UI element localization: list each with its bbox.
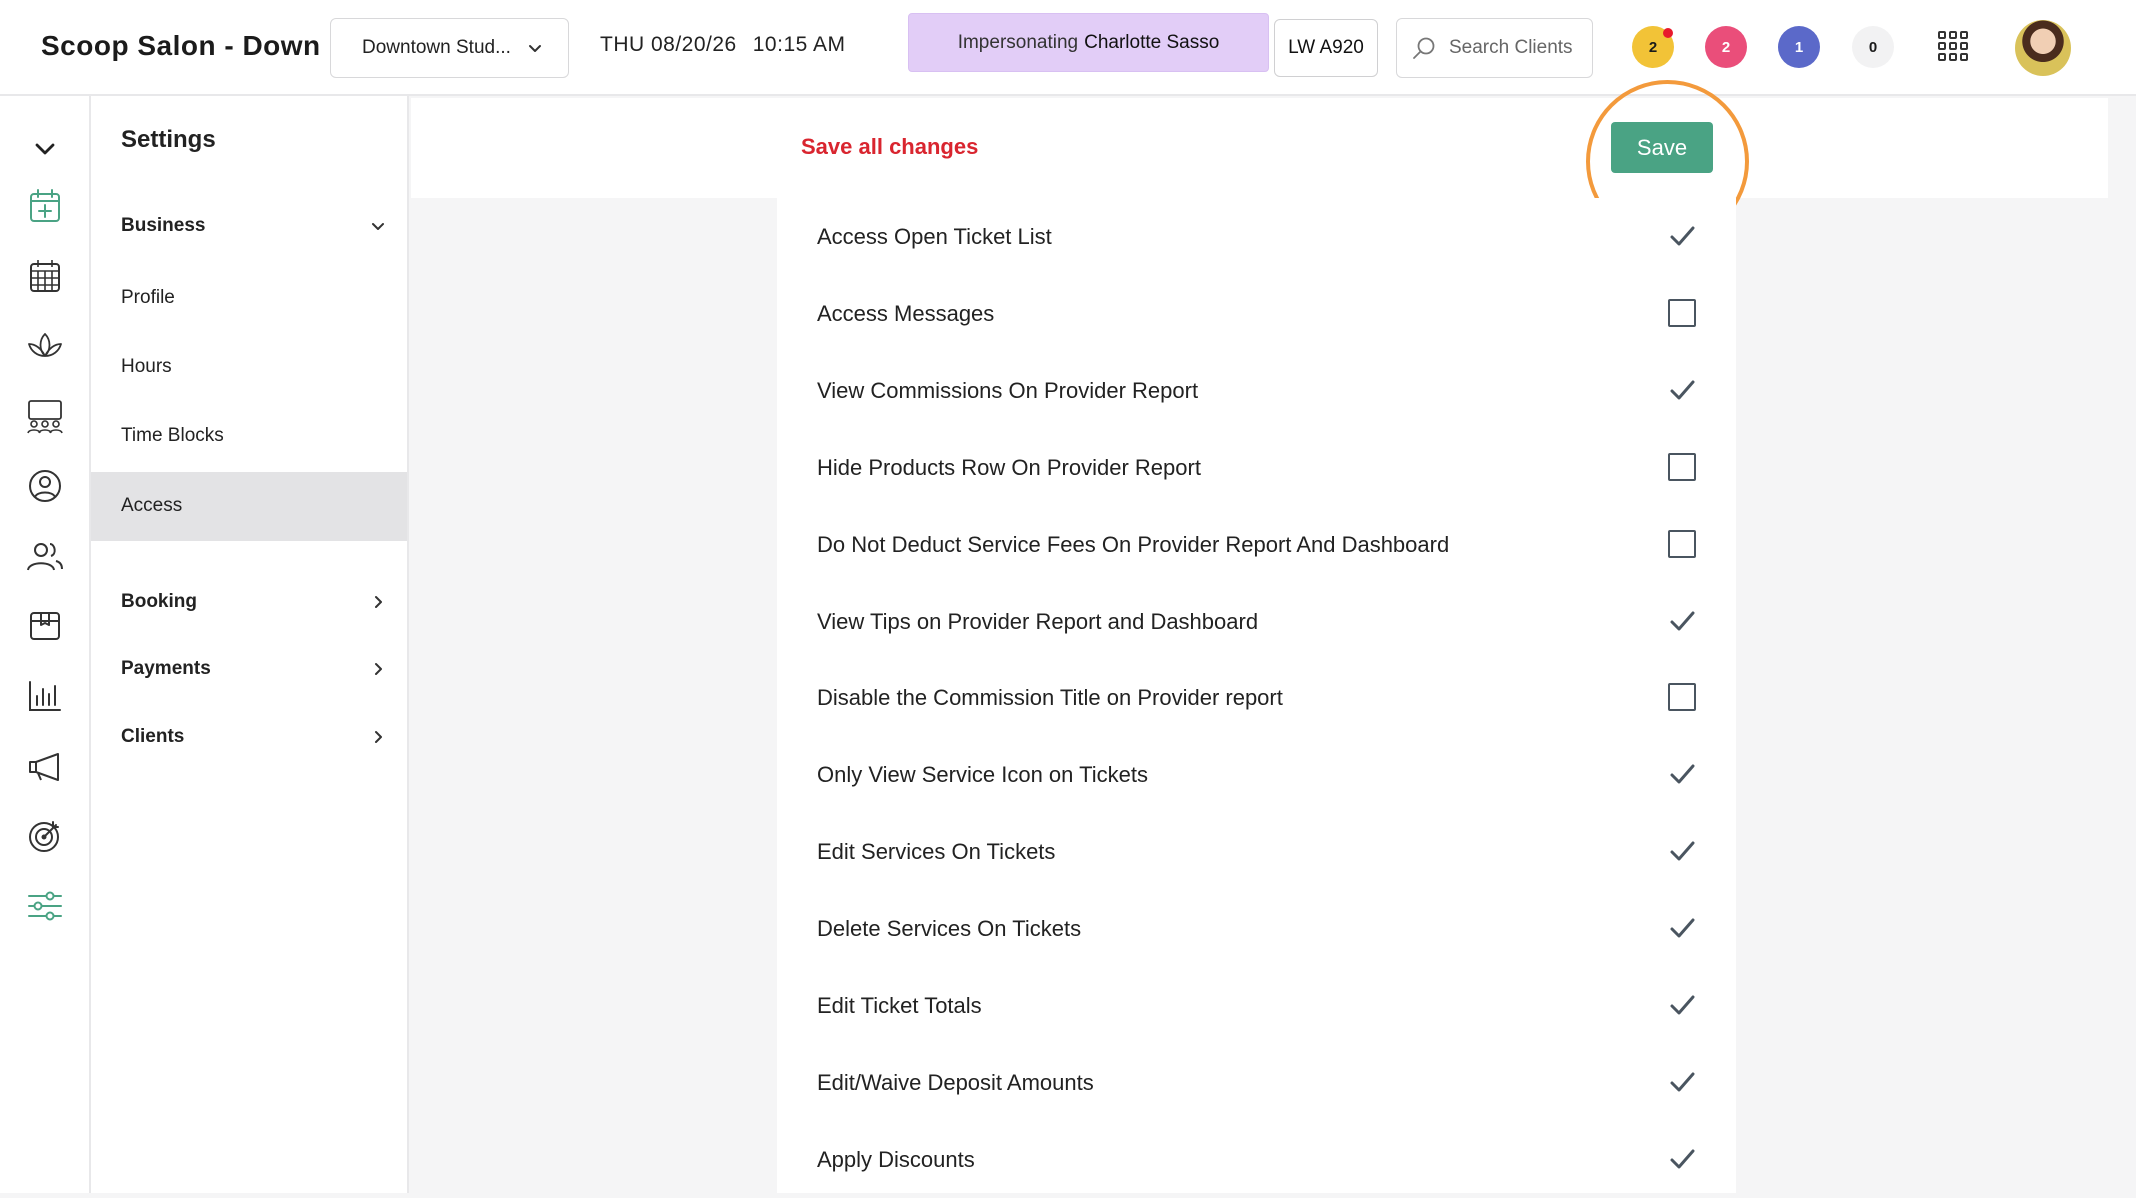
user-circle-icon[interactable] bbox=[23, 464, 67, 508]
permission-row: Access Open Ticket List bbox=[777, 198, 1736, 275]
permission-label: Do Not Deduct Service Fees On Provider R… bbox=[817, 531, 1450, 557]
sidebar-group-label: Business bbox=[121, 215, 206, 236]
store-icon[interactable] bbox=[23, 604, 67, 648]
checkmark-icon[interactable] bbox=[1667, 760, 1697, 788]
sidebar-item-hours[interactable]: Hours bbox=[121, 356, 172, 378]
megaphone-icon[interactable] bbox=[23, 744, 67, 788]
station-button[interactable]: LW A920 bbox=[1274, 19, 1378, 77]
permission-row: Delete Services On Tickets bbox=[777, 890, 1736, 967]
sidebar-item-time-blocks[interactable]: Time Blocks bbox=[121, 425, 224, 447]
sidebar-group-label: Payments bbox=[121, 658, 211, 679]
lotus-icon[interactable] bbox=[23, 324, 67, 368]
main-header bbox=[411, 98, 2108, 198]
chevron-down-icon bbox=[372, 223, 384, 230]
sidebar-group-label: Clients bbox=[121, 726, 185, 747]
current-time: 10:15 AM bbox=[752, 33, 846, 56]
checkmark-icon[interactable] bbox=[1667, 222, 1697, 250]
impersonating-label: Impersonating bbox=[957, 31, 1079, 53]
permission-row: Edit Services On Tickets bbox=[777, 813, 1736, 890]
permission-row: Hide Products Row On Provider Report bbox=[777, 429, 1736, 506]
date-time: THU 08/20/26 10:15 AM bbox=[600, 33, 845, 57]
sidebar-group-booking[interactable]: Booking bbox=[121, 591, 391, 613]
notification-count-badge[interactable]: 2 bbox=[1632, 26, 1674, 68]
sidebar-group-clients[interactable]: Clients bbox=[121, 726, 391, 748]
calendar-add-icon[interactable] bbox=[23, 184, 67, 228]
save-button[interactable]: Save bbox=[1611, 122, 1713, 173]
reports-chart-icon[interactable] bbox=[23, 674, 67, 718]
checkmark-icon[interactable] bbox=[1667, 1068, 1697, 1096]
permission-label: View Tips on Provider Report and Dashboa… bbox=[817, 608, 1259, 634]
permission-label: Access Open Ticket List bbox=[817, 224, 1052, 249]
permission-label: Disable the Commission Title on Provider… bbox=[817, 685, 1283, 711]
collapse-chevron-icon[interactable] bbox=[23, 128, 67, 172]
permission-row: Do Not Deduct Service Fees On Provider R… bbox=[777, 506, 1736, 583]
checkmark-icon[interactable] bbox=[1667, 914, 1697, 942]
permission-checkbox[interactable] bbox=[1668, 683, 1696, 712]
permission-checkbox[interactable] bbox=[1668, 298, 1696, 327]
checkmark-icon[interactable] bbox=[1667, 991, 1697, 1019]
search-icon bbox=[1413, 37, 1435, 59]
notification-count-badge[interactable]: 2 bbox=[1705, 26, 1747, 68]
permission-row: View Tips on Provider Report and Dashboa… bbox=[777, 583, 1736, 660]
checkmark-icon[interactable] bbox=[1667, 376, 1697, 404]
staff-board-icon[interactable] bbox=[23, 394, 67, 438]
users-icon[interactable] bbox=[23, 534, 67, 578]
avatar[interactable] bbox=[2015, 20, 2071, 76]
permission-checkbox[interactable] bbox=[1668, 452, 1696, 481]
chevron-down-icon bbox=[529, 45, 541, 52]
current-date: THU 08/20/26 bbox=[600, 33, 737, 56]
chevron-right-icon bbox=[375, 731, 382, 743]
sidebar-title: Settings bbox=[121, 126, 216, 153]
location-select[interactable]: Downtown Stud... bbox=[330, 18, 569, 78]
permission-label: Edit Services On Tickets bbox=[817, 839, 1056, 865]
app-grid-icon[interactable] bbox=[1938, 31, 1968, 61]
permissions-panel: Access Open Ticket List Access Messages Vi… bbox=[777, 198, 1736, 1193]
permission-label: Hide Products Row On Provider Report bbox=[817, 454, 1201, 480]
permission-checkbox[interactable] bbox=[1668, 529, 1696, 558]
permission-label: View Commissions On Provider Report bbox=[817, 377, 1199, 403]
search-placeholder: Search Clients bbox=[1449, 37, 1573, 58]
chevron-right-icon bbox=[375, 663, 382, 675]
checkmark-icon[interactable] bbox=[1667, 607, 1697, 635]
save-all-changes-link[interactable]: Save all changes bbox=[801, 134, 978, 160]
sidebar-group-business[interactable]: Business bbox=[121, 215, 391, 237]
top-bar: Scoop Salon - Down Downtown Stud... THU … bbox=[0, 0, 2136, 96]
calendar-grid-icon[interactable] bbox=[23, 254, 67, 298]
permission-row: Edit/Waive Deposit Amounts bbox=[777, 1044, 1736, 1121]
permission-label: Apply Discounts bbox=[817, 1146, 975, 1172]
permission-label: Edit Ticket Totals bbox=[817, 993, 982, 1018]
permission-row: Edit Ticket Totals bbox=[777, 967, 1736, 1044]
sidebar-item-access[interactable]: Access bbox=[121, 495, 182, 517]
impersonated-user-name: Charlotte Sasso bbox=[1084, 31, 1220, 53]
sidebar-group-payments[interactable]: Payments bbox=[121, 658, 391, 680]
sidebar-group-label: Booking bbox=[121, 591, 197, 612]
icon-rail bbox=[0, 96, 91, 1193]
location-select-value: Downtown Stud... bbox=[362, 37, 511, 58]
permission-row: Apply Discounts bbox=[777, 1121, 1736, 1198]
search-clients-input[interactable]: Search Clients bbox=[1396, 18, 1593, 78]
sidebar-item-profile[interactable]: Profile bbox=[121, 287, 175, 309]
chevron-right-icon bbox=[375, 596, 382, 608]
permission-row: View Commissions On Provider Report bbox=[777, 352, 1736, 429]
permission-label: Edit/Waive Deposit Amounts bbox=[817, 1069, 1094, 1095]
alert-dot bbox=[1663, 28, 1673, 38]
permission-label: Access Messages bbox=[817, 300, 995, 326]
checkmark-icon[interactable] bbox=[1667, 837, 1697, 865]
notification-count-badge[interactable]: 1 bbox=[1778, 26, 1820, 68]
permission-row: Access Messages bbox=[777, 275, 1736, 352]
checkmark-icon[interactable] bbox=[1667, 1145, 1697, 1173]
target-icon[interactable] bbox=[23, 814, 67, 858]
permission-label: Only View Service Icon on Tickets bbox=[817, 762, 1148, 788]
settings-sidebar: Settings Business Profile Hours Time Blo… bbox=[91, 96, 409, 1193]
notification-count-badge[interactable]: 0 bbox=[1852, 26, 1894, 68]
settings-sliders-icon[interactable] bbox=[23, 884, 67, 928]
permission-label: Delete Services On Tickets bbox=[817, 916, 1082, 942]
permission-row: Only View Service Icon on Tickets bbox=[777, 736, 1736, 813]
impersonation-banner[interactable]: Impersonating Charlotte Sasso bbox=[908, 13, 1269, 72]
permission-row: Disable the Commission Title on Provider… bbox=[777, 659, 1736, 736]
brand-name: Scoop Salon - Down bbox=[41, 30, 321, 61]
